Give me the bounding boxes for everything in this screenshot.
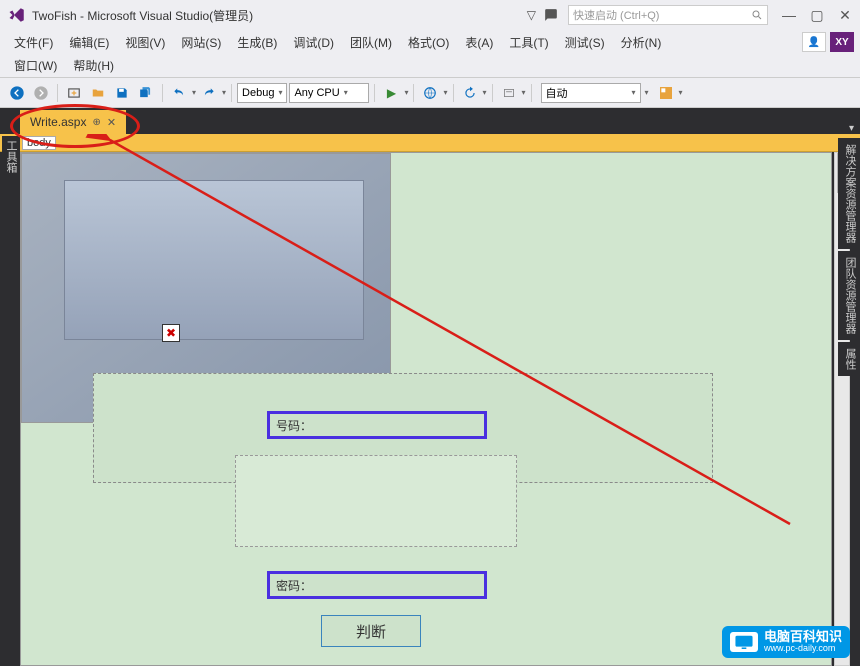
- feedback-icon[interactable]: [544, 8, 558, 22]
- menu-window[interactable]: 窗口(W): [6, 55, 65, 76]
- window-controls: — ▢ ✕: [782, 8, 852, 22]
- separator: [57, 84, 58, 102]
- right-side-panels: 解决方案资源管理器 团队资源管理器 属性: [838, 134, 860, 666]
- separator: [531, 84, 532, 102]
- menu-website[interactable]: 网站(S): [173, 32, 229, 53]
- auto-dropdown-label: 自动: [546, 85, 568, 101]
- title-bar: TwoFish - Microsoft Visual Studio(管理员) ▽…: [0, 0, 860, 30]
- tab-list-dropdown[interactable]: ▾: [849, 123, 854, 134]
- menu-format[interactable]: 格式(O): [400, 32, 457, 53]
- user-avatar[interactable]: 👤: [802, 32, 826, 52]
- menu-analyze[interactable]: 分析(N): [613, 32, 670, 53]
- team-explorer-tab[interactable]: 团队资源管理器: [838, 251, 860, 340]
- solution-explorer-tab[interactable]: 解决方案资源管理器: [838, 138, 860, 249]
- window-title: TwoFish - Microsoft Visual Studio(管理员): [32, 7, 523, 24]
- refresh-caret[interactable]: ▾: [483, 88, 487, 97]
- broken-image-icon: ✖: [162, 324, 180, 342]
- separator: [492, 84, 493, 102]
- design-panel-inner: [64, 180, 364, 340]
- watermark-url: www.pc-daily.com: [764, 644, 842, 654]
- close-button[interactable]: ✕: [838, 8, 852, 22]
- start-debug-button[interactable]: ▶: [380, 82, 402, 104]
- menu-help[interactable]: 帮助(H): [65, 55, 122, 76]
- layout-caret[interactable]: ▾: [679, 88, 683, 97]
- password-field-label: 密码：: [276, 577, 312, 594]
- notification-icon[interactable]: ▽: [527, 8, 536, 22]
- menu-bar-2: 窗口(W) 帮助(H): [0, 54, 860, 78]
- find-caret[interactable]: ▾: [522, 88, 526, 97]
- redo-button[interactable]: [198, 82, 220, 104]
- save-all-button[interactable]: [135, 82, 157, 104]
- nav-back-button[interactable]: [6, 82, 28, 104]
- nav-forward-button[interactable]: [30, 82, 52, 104]
- breadcrumb: body: [0, 134, 860, 152]
- document-tab-bar: 工具箱 Write.aspx ⊕ ✕ ▾: [0, 108, 860, 134]
- start-dropdown-caret[interactable]: ▾: [404, 88, 408, 97]
- auto-caret[interactable]: ▾: [645, 88, 649, 97]
- separator: [231, 84, 232, 102]
- password-field[interactable]: 密码：: [267, 571, 487, 599]
- platform-dropdown-label: Any CPU: [294, 87, 339, 99]
- watermark: 电脑百科知识 www.pc-daily.com: [722, 626, 850, 658]
- breadcrumb-item[interactable]: body: [22, 136, 56, 150]
- layout-button[interactable]: [655, 82, 677, 104]
- maximize-button[interactable]: ▢: [810, 8, 824, 22]
- menu-debug[interactable]: 调试(D): [285, 32, 342, 53]
- toolbar: ▾ ▾ Debug ▾ Any CPU ▾ ▶ ▾ ▾ ▾ ▾ 自动 ▾ ▾ ▾: [0, 78, 860, 108]
- platform-dropdown[interactable]: Any CPU ▾: [289, 83, 369, 103]
- menu-tools[interactable]: 工具(T): [501, 32, 556, 53]
- auto-dropdown[interactable]: 自动 ▾: [541, 83, 641, 103]
- undo-button[interactable]: [168, 82, 190, 104]
- config-dropdown-label: Debug: [242, 87, 274, 99]
- number-field-label: 号码：: [276, 417, 312, 434]
- separator: [374, 84, 375, 102]
- browser-caret[interactable]: ▾: [443, 88, 447, 97]
- pin-icon[interactable]: ⊕: [92, 117, 100, 128]
- designer-surface[interactable]: ✖ 号码： 密码： 判断: [20, 152, 832, 666]
- open-file-button[interactable]: [87, 82, 109, 104]
- find-button[interactable]: [498, 82, 520, 104]
- caret-icon: ▾: [278, 88, 282, 97]
- undo-dropdown-caret[interactable]: ▾: [192, 88, 196, 97]
- config-dropdown[interactable]: Debug ▾: [237, 83, 287, 103]
- judge-button[interactable]: 判断: [321, 615, 421, 647]
- quick-launch-placeholder: 快速启动 (Ctrl+Q): [573, 7, 659, 23]
- save-button[interactable]: [111, 82, 133, 104]
- search-icon: [751, 9, 763, 21]
- menu-test[interactable]: 测试(S): [557, 32, 613, 53]
- watermark-text: 电脑百科知识 www.pc-daily.com: [764, 630, 842, 654]
- menu-build[interactable]: 生成(B): [229, 32, 285, 53]
- toolbox-label: 工具箱: [5, 140, 17, 173]
- caret-icon: ▾: [632, 88, 636, 97]
- menu-table[interactable]: 表(A): [457, 32, 501, 53]
- toolbox-tab[interactable]: 工具箱: [2, 136, 20, 177]
- browser-link-button[interactable]: [419, 82, 441, 104]
- judge-button-label: 判断: [356, 621, 386, 642]
- main-area: ✖ 号码： 密码： 判断: [20, 152, 832, 666]
- refresh-button[interactable]: [459, 82, 481, 104]
- document-tab[interactable]: Write.aspx ⊕ ✕: [20, 110, 126, 134]
- menu-bar: 文件(F) 编辑(E) 视图(V) 网站(S) 生成(B) 调试(D) 团队(M…: [0, 30, 860, 54]
- caret-icon: ▾: [344, 88, 348, 97]
- quick-launch-input[interactable]: 快速启动 (Ctrl+Q): [568, 5, 768, 25]
- minimize-button[interactable]: —: [782, 8, 796, 22]
- separator: [162, 84, 163, 102]
- dashed-textarea[interactable]: [235, 455, 517, 547]
- new-project-button[interactable]: [63, 82, 85, 104]
- menu-file[interactable]: 文件(F): [6, 32, 61, 53]
- xy-badge[interactable]: XY: [830, 32, 854, 52]
- redo-dropdown-caret[interactable]: ▾: [222, 88, 226, 97]
- watermark-title: 电脑百科知识: [764, 630, 842, 644]
- tab-filename: Write.aspx: [30, 115, 86, 129]
- separator: [413, 84, 414, 102]
- properties-tab[interactable]: 属性: [838, 342, 860, 376]
- menu-view[interactable]: 视图(V): [117, 32, 173, 53]
- vs-logo-icon: [8, 6, 26, 24]
- menu-team[interactable]: 团队(M): [342, 32, 400, 53]
- separator: [453, 84, 454, 102]
- number-field[interactable]: 号码：: [267, 411, 487, 439]
- tab-close-icon[interactable]: ✕: [107, 116, 116, 129]
- watermark-icon: [730, 632, 758, 652]
- menu-edit[interactable]: 编辑(E): [61, 32, 117, 53]
